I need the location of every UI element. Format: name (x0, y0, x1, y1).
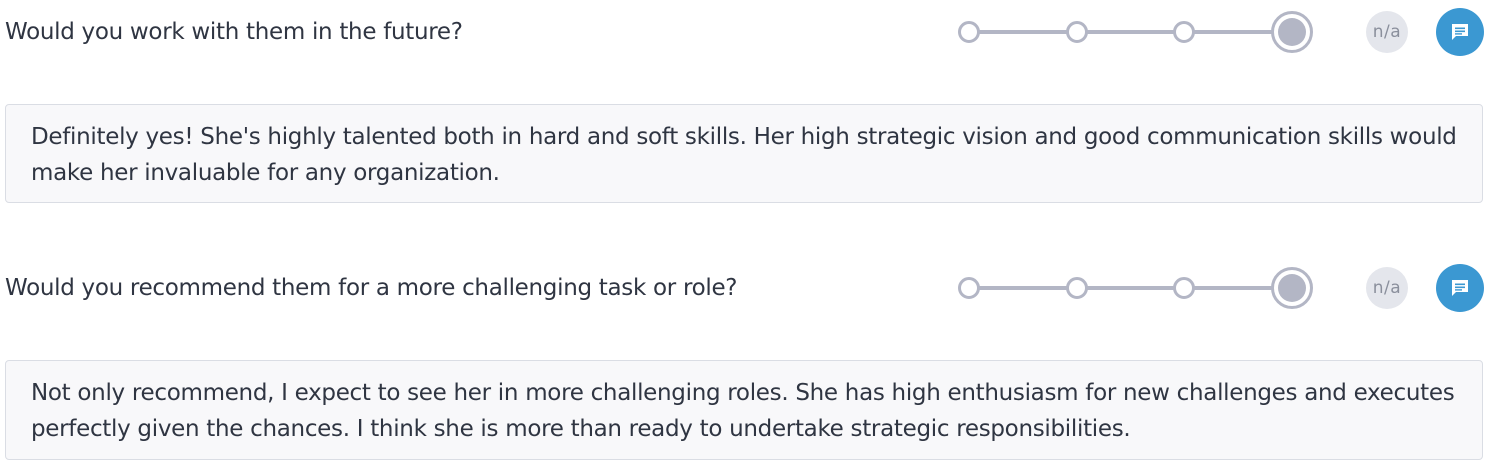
answer-text: Definitely yes! She's highly talented bo… (5, 104, 1483, 203)
comment-icon (1452, 24, 1468, 40)
na-button[interactable]: n/a (1366, 11, 1408, 53)
rating-step-3[interactable] (1173, 21, 1195, 43)
comment-icon (1452, 280, 1468, 296)
rating-step-4-selected[interactable] (1271, 267, 1313, 309)
rating-step-4-selected[interactable] (1271, 11, 1313, 53)
rating-step-3[interactable] (1173, 277, 1195, 299)
rating-track (969, 30, 1289, 34)
rating-scale[interactable] (955, 256, 1315, 320)
rating-step-1[interactable] (958, 277, 980, 299)
comment-button[interactable] (1436, 8, 1484, 56)
question-row: Would you recommend them for a more chal… (0, 256, 1502, 320)
answer-text: Not only recommend, I expect to see her … (5, 360, 1483, 460)
comment-button[interactable] (1436, 264, 1484, 312)
rating-step-2[interactable] (1066, 21, 1088, 43)
na-button[interactable]: n/a (1366, 267, 1408, 309)
rating-step-2[interactable] (1066, 277, 1088, 299)
rating-step-1[interactable] (958, 21, 980, 43)
question-label: Would you work with them in the future? (5, 19, 463, 45)
question-label: Would you recommend them for a more chal… (5, 275, 738, 301)
question-row: Would you work with them in the future? … (0, 0, 1502, 64)
rating-scale[interactable] (955, 0, 1315, 64)
rating-track (969, 286, 1289, 290)
